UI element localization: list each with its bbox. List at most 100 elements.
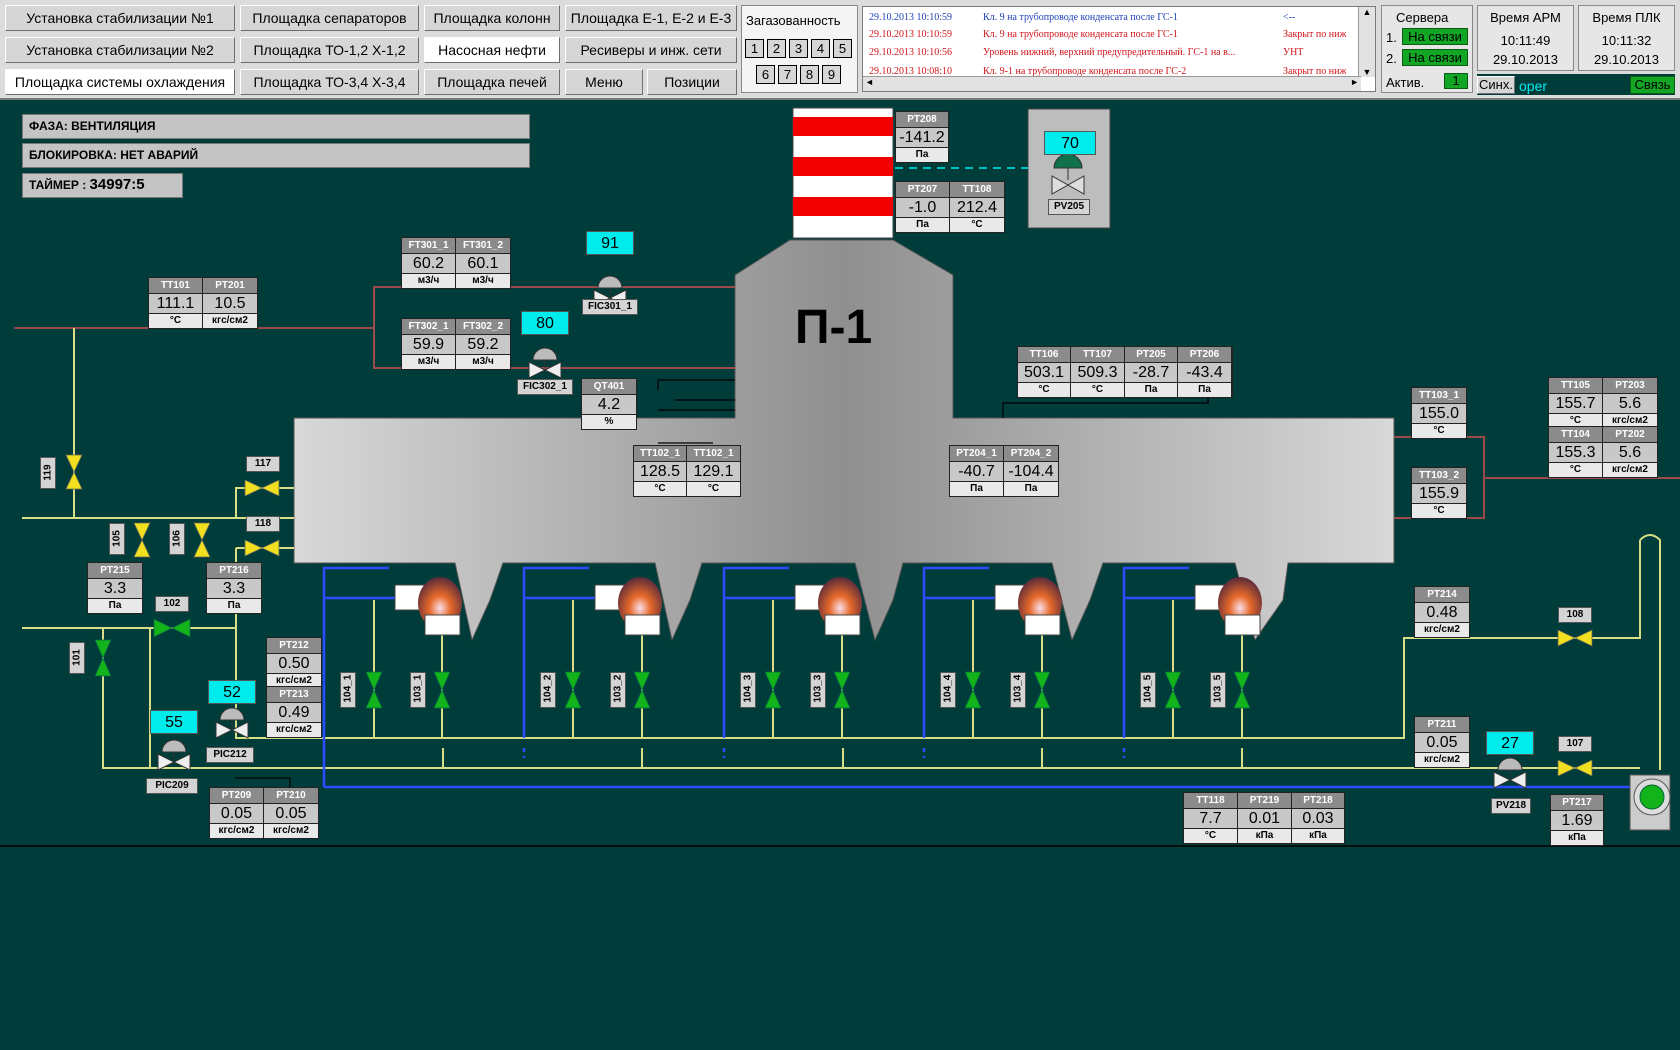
readout-value: 129.1 (687, 462, 740, 481)
valve-118-tag[interactable]: 118 (246, 516, 280, 532)
readout-value: 111.1 (149, 294, 202, 313)
readout-pt213[interactable]: PT213 0.49 кгс/см2 (266, 686, 322, 738)
readout-pt207-tt108[interactable]: PT207 TT108 -1.0 212.4 Па °C (895, 181, 1005, 233)
readout-value: 3.3 (207, 579, 261, 598)
valve-103-2-tag[interactable]: 103_2 (610, 672, 626, 708)
pv205-position[interactable]: 70 (1044, 131, 1096, 155)
furnace-title: П-1 (795, 301, 873, 354)
readout-unit: кПа (1551, 831, 1603, 845)
readout-tag: TT101 (149, 278, 202, 293)
readout-ft302[interactable]: FT302_1 FT302_2 59.9 59.2 м3/ч м3/ч (401, 318, 511, 370)
readout-value: 5.6 (1603, 443, 1657, 462)
readout-tag: TT103_2 (1412, 468, 1466, 483)
readout-qt401[interactable]: QT401 4.2% (581, 378, 637, 430)
pic212-position[interactable]: 52 (208, 680, 256, 704)
readout-unit: м3/ч (456, 355, 510, 369)
readout-unit: °C (1412, 424, 1466, 438)
valve-107-tag[interactable]: 107 (1558, 736, 1592, 752)
valve-104-4-tag[interactable]: 104_4 (940, 672, 956, 708)
readout-ft301[interactable]: FT301_1 FT301_2 60.2 60.1 м3/ч м3/ч (401, 237, 511, 289)
readout-pt204[interactable]: PT204_1 PT204_2 -40.7 -104.4 Па Па (949, 445, 1059, 497)
readout-unit: кгс/см2 (210, 824, 263, 838)
readout-value: 155.0 (1412, 404, 1466, 423)
fic301-tag[interactable]: FIC301_1 (582, 299, 638, 315)
readout-unit: кПа (1292, 829, 1344, 843)
valve-103-5-tag[interactable]: 103_5 (1210, 672, 1226, 708)
readout-tag: PT216 (207, 563, 261, 578)
valve-105-tag[interactable]: 105 (109, 523, 125, 555)
valve-103-4-tag[interactable]: 103_4 (1010, 672, 1026, 708)
readout-pt215[interactable]: PT215 3.3 Па (87, 562, 143, 614)
valve-117-tag[interactable]: 117 (246, 456, 280, 472)
readout-tt104-pt202[interactable]: TT104 PT202 155.3 5.6 °C кгс/см2 (1548, 426, 1658, 478)
readout-value: 0.49 (267, 703, 321, 722)
readout-tag: PT213 (267, 687, 321, 702)
readout-tt103-2[interactable]: TT103_2 155.9 °C (1411, 467, 1467, 519)
readout-value: 3.3 (88, 579, 142, 598)
valve-104-2-tag[interactable]: 104_2 (540, 672, 556, 708)
pv205-tag[interactable]: PV205 (1048, 199, 1090, 215)
readout-unit: кгс/см2 (264, 824, 318, 838)
valve-108-tag[interactable]: 108 (1558, 607, 1592, 623)
pic212-tag[interactable]: PIC212 (206, 747, 254, 763)
readout-unit: Па (1004, 482, 1058, 496)
readout-unit: Па (207, 599, 261, 613)
readout-tag: TT105 (1549, 378, 1602, 393)
readout-tag: TT104 (1549, 427, 1602, 442)
readout-tag: TT118 (1184, 793, 1237, 808)
readout-value: 509.3 (1071, 363, 1124, 382)
pic209-position[interactable]: 55 (150, 710, 198, 734)
fic302-position[interactable]: 80 (521, 311, 569, 335)
fan-icon (1629, 774, 1671, 831)
valve-106-tag[interactable]: 106 (169, 523, 185, 555)
readout-unit: Па (1178, 383, 1231, 397)
readout-value: 0.05 (210, 804, 263, 823)
readout-tt105-pt203[interactable]: TT105 PT203 155.7 5.6 °C кгс/см2 (1548, 377, 1658, 429)
readout-pt211[interactable]: PT211 0.05 кгс/см2 (1414, 716, 1470, 768)
readout-tag: PT218 (1292, 793, 1344, 808)
readout-value: 60.2 (402, 254, 455, 273)
readout-pt209-pt210[interactable]: PT209 PT210 0.05 0.05 кгс/см2 кгс/см2 (209, 787, 319, 839)
valve-119-tag[interactable]: 119 (40, 457, 56, 489)
readout-value: 0.05 (1415, 733, 1469, 752)
readout-pt217[interactable]: PT217 1.69 кПа (1550, 794, 1604, 846)
readout-unit: °C (1412, 504, 1466, 518)
valve-101-tag[interactable]: 101 (69, 642, 85, 674)
readout-tt118-pt218[interactable]: TT118 PT219 PT218 7.7 0.01 0.03 °C кПа кПа (1183, 792, 1345, 844)
readout-unit: °C (950, 218, 1004, 232)
pv218-tag[interactable]: PV218 (1491, 798, 1531, 814)
readout-tt106-pt206[interactable]: TT106 TT107 PT205 PT206 503.1 509.3 -28.7 -43.… (1017, 346, 1233, 398)
readout-value: 7.7 (1184, 809, 1237, 828)
readout-tag: FT302_1 (402, 319, 455, 334)
readout-unit: °C (634, 482, 686, 496)
valve-104-5-tag[interactable]: 104_5 (1140, 672, 1156, 708)
valve-104-3-tag[interactable]: 104_3 (740, 672, 756, 708)
readout-pt208[interactable]: PT208 -141.2 Па (895, 111, 949, 163)
readout-unit: м3/ч (402, 355, 455, 369)
pv218-position[interactable]: 27 (1486, 731, 1534, 755)
valve-103-1-tag[interactable]: 103_1 (410, 672, 426, 708)
fic302-tag[interactable]: FIC302_1 (517, 379, 573, 395)
readout-value: 0.50 (267, 654, 321, 673)
readout-value: -43.4 (1178, 363, 1231, 382)
readout-tt102[interactable]: TT102_1 TT102_1 128.5 129.1 °C °C (633, 445, 741, 497)
readout-tag: FT301_1 (402, 238, 455, 253)
readout-pt212[interactable]: PT212 0.50 кгс/см2 (266, 637, 322, 689)
readout-tt103-1[interactable]: TT103_1 155.0 °C (1411, 387, 1467, 439)
pic209-tag[interactable]: PIC209 (146, 778, 198, 794)
readout-tt101-pt201[interactable]: TT101 PT201 111.1 10.5 °C кгс/см2 (148, 277, 258, 329)
readout-unit: кгс/см2 (1415, 623, 1469, 637)
fic301-position[interactable]: 91 (586, 231, 634, 255)
readout-tag: PT202 (1603, 427, 1657, 442)
readout-value: -141.2 (896, 128, 948, 147)
readout-value: -40.7 (950, 462, 1003, 481)
readout-tag: TT108 (950, 182, 1004, 197)
valve-104-1-tag[interactable]: 104_1 (340, 672, 356, 708)
readout-unit: °C (1549, 463, 1602, 477)
readout-unit: кгс/см2 (203, 314, 257, 328)
readout-value: 155.3 (1549, 443, 1602, 462)
valve-103-3-tag[interactable]: 103_3 (810, 672, 826, 708)
valve-102-tag[interactable]: 102 (155, 596, 189, 612)
readout-pt216[interactable]: PT216 3.3 Па (206, 562, 262, 614)
readout-pt214[interactable]: PT214 0.48 кгс/см2 (1414, 586, 1470, 638)
